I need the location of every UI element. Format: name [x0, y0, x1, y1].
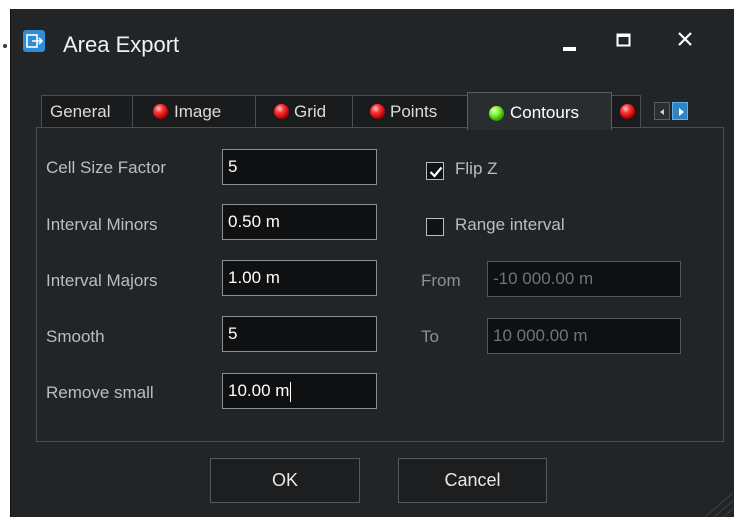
from-input[interactable]: -10 000.00 m	[487, 261, 681, 297]
tab-partial[interactable]	[611, 95, 641, 127]
tab-label: Points	[390, 102, 438, 121]
status-green-icon	[489, 106, 504, 121]
to-label: To	[421, 327, 439, 346]
range-interval-checkbox[interactable]	[426, 218, 444, 236]
remove-small-value: 10.00 m	[228, 381, 290, 400]
chevron-right-icon	[679, 108, 684, 116]
tab-scroll-right-button[interactable]	[672, 102, 688, 120]
smooth-label: Smooth	[46, 327, 105, 346]
tab-strip: General Image Grid Points Contours	[41, 92, 724, 130]
status-red-icon	[153, 104, 168, 119]
remove-small-label: Remove small	[46, 383, 154, 402]
interval-majors-label: Interval Majors	[46, 271, 158, 290]
remove-small-input[interactable]: 10.00 m	[222, 373, 377, 409]
interval-minors-label: Interval Minors	[46, 215, 158, 234]
minimize-icon	[563, 47, 576, 51]
to-input[interactable]: 10 000.00 m	[487, 318, 681, 354]
maximize-icon	[616, 33, 631, 47]
interval-minors-input[interactable]: 0.50 m	[222, 204, 377, 240]
minimize-button[interactable]	[547, 19, 593, 59]
tab-image[interactable]: Image	[132, 95, 256, 127]
tab-label: Contours	[510, 103, 579, 122]
from-label: From	[421, 271, 461, 290]
window-edge-marker	[3, 44, 7, 48]
flip-z-checkbox[interactable]	[426, 162, 444, 180]
chevron-left-icon	[660, 109, 664, 115]
tab-scroll-left-button[interactable]	[654, 102, 670, 120]
close-button[interactable]	[663, 19, 709, 59]
tab-label: Image	[174, 102, 222, 121]
tab-label: General	[50, 102, 111, 121]
contours-panel: Cell Size Factor 5 Interval Minors 0.50 …	[36, 127, 724, 442]
cell-size-factor-input[interactable]: 5	[222, 149, 377, 185]
interval-majors-input[interactable]: 1.00 m	[222, 260, 377, 296]
tab-grid[interactable]: Grid	[255, 95, 353, 127]
status-red-icon	[620, 104, 635, 119]
resize-grip-icon[interactable]	[700, 487, 734, 517]
status-red-icon	[370, 104, 385, 119]
export-icon	[23, 30, 45, 52]
text-caret	[290, 381, 292, 402]
tab-points[interactable]: Points	[352, 95, 468, 127]
cell-size-factor-label: Cell Size Factor	[46, 158, 166, 177]
close-icon	[678, 32, 692, 46]
tab-contours[interactable]: Contours	[467, 92, 612, 130]
smooth-input[interactable]: 5	[222, 316, 377, 352]
title-bar[interactable]: Area Export	[11, 9, 734, 76]
ok-button[interactable]: OK	[210, 458, 360, 503]
status-red-icon	[274, 104, 289, 119]
area-export-dialog: Area Export General Image Grid Points Co…	[10, 9, 734, 517]
tab-general[interactable]: General	[41, 95, 133, 127]
cancel-button[interactable]: Cancel	[398, 458, 547, 503]
range-interval-label[interactable]: Range interval	[455, 215, 565, 235]
flip-z-label[interactable]: Flip Z	[455, 159, 498, 179]
tab-label: Grid	[294, 102, 327, 121]
maximize-button[interactable]	[601, 19, 647, 59]
window-title: Area Export	[63, 32, 180, 57]
checkmark-icon	[429, 166, 443, 178]
